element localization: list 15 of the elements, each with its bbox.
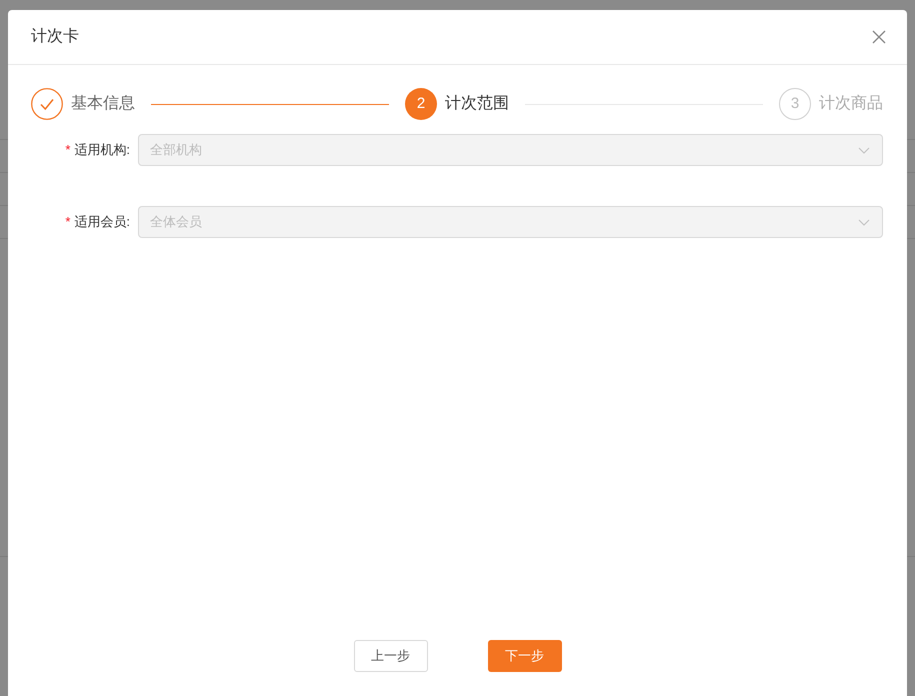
field-label: 适用机构: [74,141,130,160]
previous-button[interactable]: 上一步 [354,640,428,672]
required-mark: * [65,141,70,160]
chevron-down-icon [858,146,870,154]
step-number: 3 [779,88,811,120]
dialog-title: 计次卡 [31,26,79,47]
next-button[interactable]: 下一步 [488,640,562,672]
step-label: 计次范围 [445,94,509,114]
step-label: 基本信息 [71,94,135,114]
step-number: 2 [405,88,437,120]
field-label: 适用会员: [74,213,130,232]
step-label: 计次商品 [819,94,883,114]
required-mark: * [65,213,70,232]
chevron-down-icon [858,218,870,226]
close-icon[interactable] [872,30,886,44]
